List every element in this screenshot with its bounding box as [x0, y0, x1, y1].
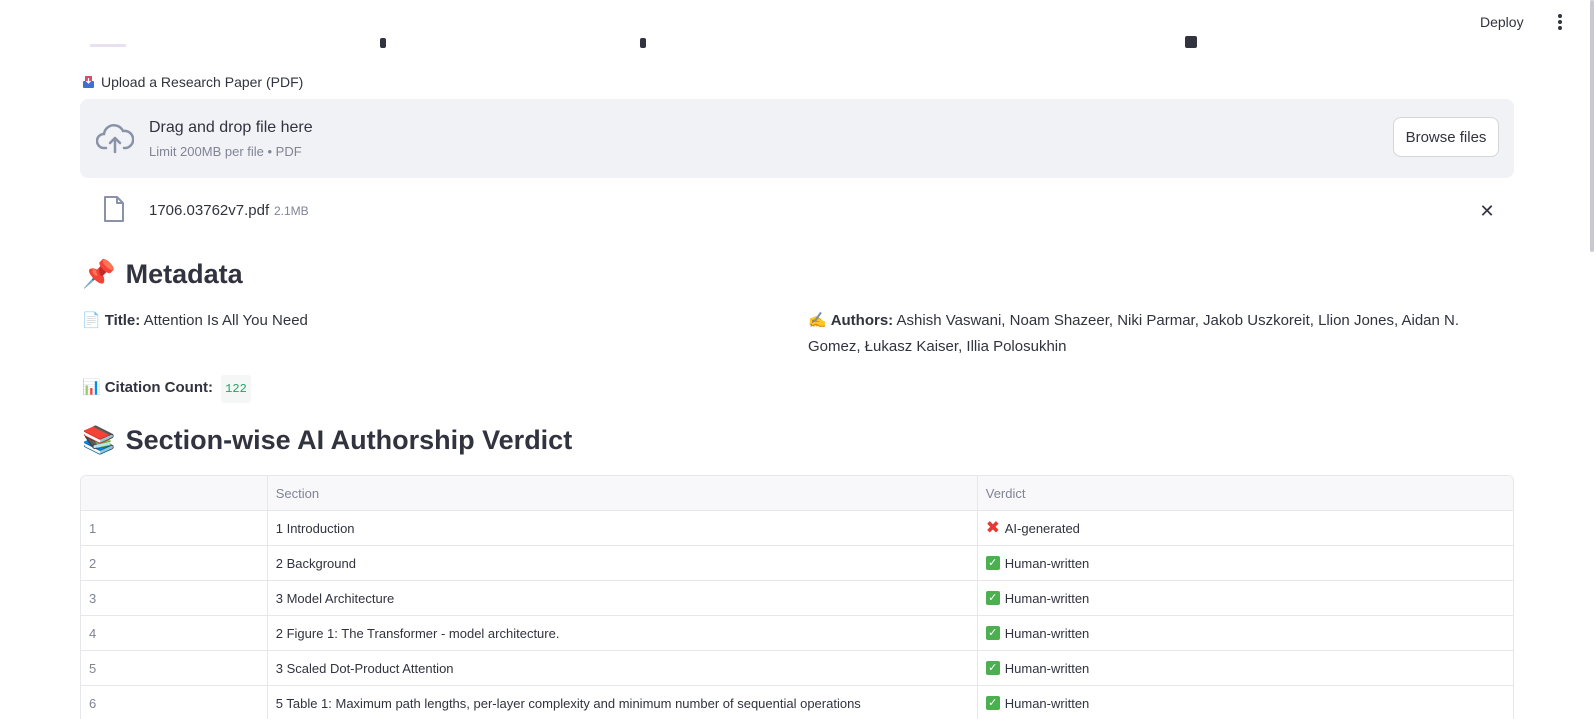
page-title-clipped: [90, 0, 1230, 48]
section-cell[interactable]: 3 Model Architecture: [268, 581, 978, 615]
section-cell[interactable]: 2 Background: [268, 546, 978, 580]
verdict-text: Human-written: [1004, 660, 1090, 676]
table-row[interactable]: 42 Figure 1: The Transformer - model arc…: [81, 616, 1513, 651]
section-cell[interactable]: 5 Table 1: Maximum path lengths, per-lay…: [268, 686, 978, 719]
cross-mark-icon: ✖: [985, 518, 1000, 537]
deploy-button[interactable]: Deploy: [1480, 14, 1524, 30]
authors-value: Ashish Vaswani, Noam Shazeer, Niki Parma…: [808, 312, 1460, 355]
scrollbar[interactable]: [1590, 0, 1594, 252]
section-cell[interactable]: 3 Scaled Dot-Product Attention: [268, 651, 978, 685]
kebab-menu-icon[interactable]: [1552, 12, 1568, 32]
check-mark-icon: ✓: [985, 591, 1000, 605]
authors-label: Authors:: [830, 312, 894, 329]
metadata-heading-text: Metadata: [125, 258, 243, 289]
verdict-cell[interactable]: ✖ AI-generated: [978, 511, 1513, 545]
books-icon: 📚: [82, 425, 116, 455]
close-icon[interactable]: ✕: [1477, 201, 1497, 221]
check-mark-icon: ✓: [985, 696, 1000, 710]
check-mark-icon: ✓: [985, 556, 1000, 570]
cloud-upload-icon: [95, 120, 135, 158]
file-dropzone[interactable]: Drag and drop file here Limit 200MB per …: [80, 99, 1514, 178]
section-cell[interactable]: 2 Figure 1: The Transformer - model arch…: [268, 616, 978, 650]
upload-label: Upload a Research Paper (PDF): [82, 74, 303, 90]
verdict-table[interactable]: Section Verdict 11 Introduction ✖ AI-gener…: [80, 475, 1514, 719]
uploaded-file-row: 1706.03762v7.pdf 2.1MB ✕: [80, 193, 1514, 229]
file-name: 1706.03762v7.pdf: [149, 202, 270, 219]
bar-chart-icon: 📊: [82, 379, 101, 396]
verdict-text: AI-generated: [1004, 520, 1080, 536]
verdict-text: Human-written: [1004, 555, 1090, 571]
row-index: 5: [81, 651, 268, 685]
column-header-section[interactable]: Section: [268, 476, 978, 510]
dropzone-title: Drag and drop file here: [149, 119, 313, 136]
citation-label: Citation Count:: [104, 379, 213, 396]
table-row[interactable]: 33 Model Architecture ✓ Human-written: [81, 581, 1513, 616]
verdict-text: Human-written: [1004, 590, 1090, 606]
check-mark-icon: ✓: [985, 626, 1000, 640]
pushpin-icon: 📌: [82, 259, 116, 289]
meta-title: 📄 Title: Attention Is All You Need: [82, 308, 308, 334]
table-row[interactable]: 53 Scaled Dot-Product Attention ✓ Human-wr…: [81, 651, 1513, 686]
inbox-tray-icon: [82, 75, 95, 89]
verdict-heading-text: Section-wise AI Authorship Verdict: [125, 424, 573, 455]
verdict-cell[interactable]: ✓ Human-written: [978, 616, 1513, 650]
title-label: Title:: [104, 312, 141, 329]
column-header-verdict[interactable]: Verdict: [978, 476, 1513, 510]
file-size: 2.1MB: [274, 204, 309, 218]
writing-hand-icon: ✍️: [808, 312, 827, 329]
check-mark-icon: ✓: [985, 661, 1000, 675]
citation-value: 122: [221, 375, 251, 403]
column-header-index[interactable]: [81, 476, 268, 510]
verdict-text: Human-written: [1004, 625, 1090, 641]
page-icon: 📄: [82, 312, 101, 329]
verdict-heading: 📚 Section-wise AI Authorship Verdict: [82, 424, 572, 456]
browse-files-button[interactable]: Browse files: [1393, 117, 1499, 157]
verdict-cell[interactable]: ✓ Human-written: [978, 651, 1513, 685]
table-body: 11 Introduction ✖ AI-generated 2 2 Backgroun…: [81, 511, 1513, 719]
table-row[interactable]: 22 Background ✓ Human-written: [81, 546, 1513, 581]
row-index: 6: [81, 686, 268, 719]
row-index: 3: [81, 581, 268, 615]
row-index: 4: [81, 616, 268, 650]
metadata-heading: 📌 Metadata: [82, 258, 243, 290]
row-index: 2: [81, 546, 268, 580]
table-row[interactable]: 11 Introduction ✖ AI-generated: [81, 511, 1513, 546]
upload-label-text: Upload a Research Paper (PDF): [101, 74, 304, 90]
verdict-cell[interactable]: ✓ Human-written: [978, 686, 1513, 719]
verdict-cell[interactable]: ✓ Human-written: [978, 546, 1513, 580]
section-cell[interactable]: 1 Introduction: [268, 511, 978, 545]
meta-authors: ✍️ Authors: Ashish Vaswani, Noam Shazeer,…: [808, 308, 1508, 360]
verdict-text: Human-written: [1004, 695, 1090, 711]
row-index: 1: [81, 511, 268, 545]
dropzone-subtitle: Limit 200MB per file • PDF: [149, 144, 302, 159]
meta-citation-count: 📊 Citation Count: 122: [82, 375, 251, 403]
title-value: Attention Is All You Need: [143, 312, 308, 329]
table-header-row: Section Verdict: [81, 476, 1513, 511]
table-row[interactable]: 65 Table 1: Maximum path lengths, per-la…: [81, 686, 1513, 719]
document-icon: [103, 196, 125, 222]
verdict-cell[interactable]: ✓ Human-written: [978, 581, 1513, 615]
